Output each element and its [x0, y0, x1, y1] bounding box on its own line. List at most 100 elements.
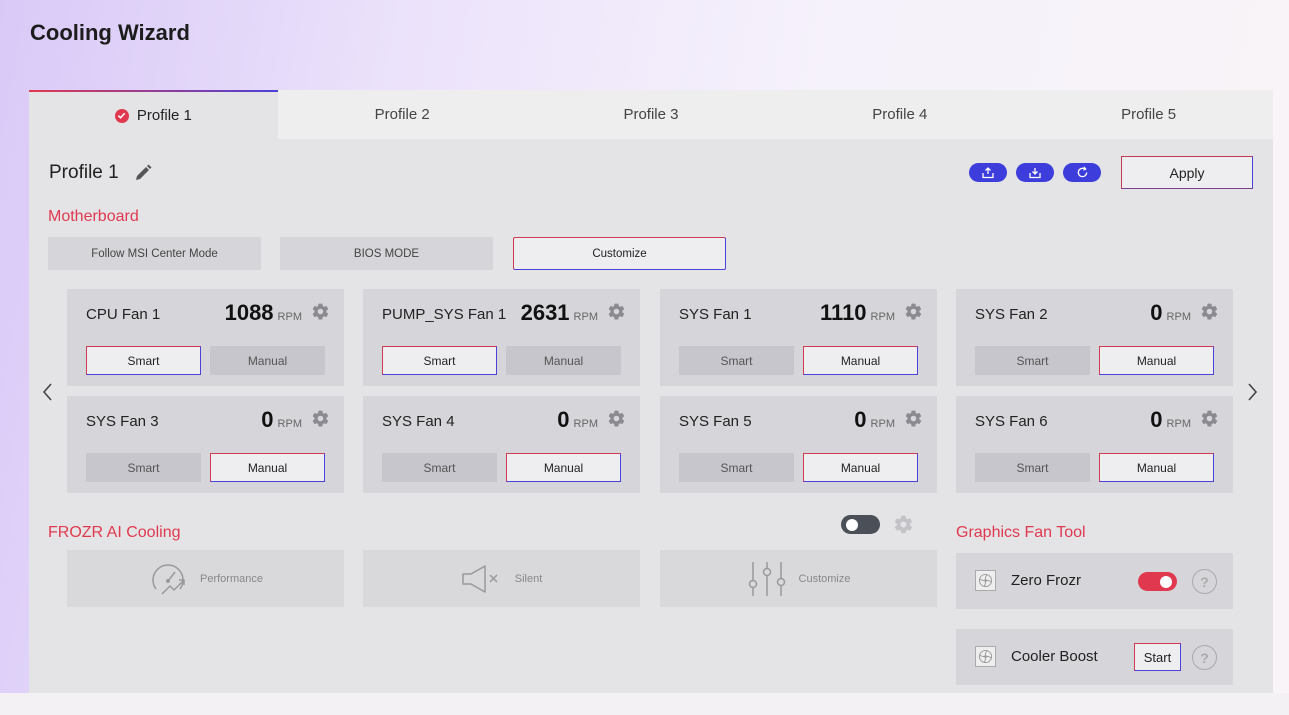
- rpm-unit: RPM: [1166, 311, 1191, 323]
- app-title: Cooling Wizard: [30, 20, 190, 45]
- fan-card: PUMP_SYS Fan 1 2631 RPM Smart Manual: [363, 289, 640, 386]
- apply-button[interactable]: Apply: [1121, 156, 1253, 189]
- fan-name: SYS Fan 5: [679, 413, 752, 430]
- fan-rpm-value: 2631: [520, 300, 570, 325]
- toggle-knob: [1160, 575, 1172, 588]
- ai-performance-mode[interactable]: Performance: [67, 550, 344, 607]
- tab-label: Profile 5: [1121, 106, 1177, 123]
- fan-rpm-value: 0: [1150, 407, 1163, 432]
- fan-smart-button[interactable]: Smart: [975, 346, 1090, 375]
- ai-mode-label: Customize: [798, 572, 851, 585]
- rpm-unit: RPM: [870, 418, 895, 430]
- gear-icon[interactable]: [904, 302, 923, 321]
- fan-rpm: 0 RPM: [557, 407, 598, 433]
- ai-cooling-toggle[interactable]: [841, 515, 880, 534]
- tab-profile-2[interactable]: Profile 2: [278, 90, 527, 139]
- chevron-right-icon[interactable]: [1244, 380, 1260, 404]
- customize-mode-button[interactable]: Customize: [513, 237, 726, 270]
- fan-smart-button[interactable]: Smart: [86, 453, 201, 482]
- rpm-unit: RPM: [573, 418, 598, 430]
- fan-manual-button[interactable]: Manual: [210, 453, 325, 482]
- fan-rpm-value: 0: [1150, 300, 1163, 325]
- bios-mode-button[interactable]: BIOS MODE: [280, 237, 493, 270]
- tab-profile-5[interactable]: Profile 5: [1024, 90, 1273, 139]
- fan-smart-button[interactable]: Smart: [382, 346, 497, 375]
- gear-icon[interactable]: [311, 302, 330, 321]
- fan-rpm: 0 RPM: [1150, 300, 1191, 326]
- pencil-icon[interactable]: [133, 163, 153, 183]
- fan-manual-button[interactable]: Manual: [506, 346, 621, 375]
- fan-card: SYS Fan 4 0 RPM Smart Manual: [363, 396, 640, 493]
- ai-cooling-gear-icon[interactable]: [893, 514, 914, 535]
- fan-smart-button[interactable]: Smart: [679, 346, 794, 375]
- rpm-unit: RPM: [277, 418, 302, 430]
- tab-label: Profile 3: [623, 106, 679, 123]
- ai-silent-mode[interactable]: Silent: [363, 550, 640, 607]
- speedometer-icon: [152, 563, 185, 595]
- fan-card: SYS Fan 2 0 RPM Smart Manual: [956, 289, 1233, 386]
- fan-rpm-value: 1088: [224, 300, 274, 325]
- tab-label: Profile 4: [872, 106, 928, 123]
- fan-manual-button[interactable]: Manual: [506, 453, 621, 482]
- rpm-unit: RPM: [1166, 418, 1191, 430]
- help-icon[interactable]: ?: [1192, 569, 1217, 594]
- graphics-fan-tool-title: Graphics Fan Tool: [956, 524, 1086, 541]
- export-button[interactable]: [969, 163, 1007, 182]
- rpm-unit: RPM: [277, 311, 302, 323]
- fan-manual-button[interactable]: Manual: [1099, 453, 1214, 482]
- fan-rpm: 1110 RPM: [820, 300, 895, 326]
- ai-customize-mode[interactable]: Customize: [660, 550, 937, 607]
- fan-rpm: 0 RPM: [1150, 407, 1191, 433]
- export-icon: [982, 166, 994, 178]
- fan-rpm-value: 1110: [820, 300, 867, 325]
- zero-frozr-toggle[interactable]: [1138, 572, 1177, 591]
- gear-icon[interactable]: [1200, 302, 1219, 321]
- profile-tabs: Profile 1 Profile 2 Profile 3 Profile 4 …: [29, 90, 1273, 139]
- fan-manual-button[interactable]: Manual: [1099, 346, 1214, 375]
- tab-profile-4[interactable]: Profile 4: [775, 90, 1024, 139]
- reset-button[interactable]: [1063, 163, 1101, 182]
- import-button[interactable]: [1016, 163, 1054, 182]
- ai-mode-label: Silent: [514, 572, 543, 585]
- chevron-left-icon[interactable]: [40, 380, 56, 404]
- tab-profile-3[interactable]: Profile 3: [527, 90, 776, 139]
- fan-rpm-value: 0: [854, 407, 867, 432]
- refresh-icon: [1077, 166, 1087, 178]
- fan-manual-button[interactable]: Manual: [210, 346, 325, 375]
- rpm-unit: RPM: [573, 311, 598, 323]
- fan-name: SYS Fan 4: [382, 413, 455, 430]
- sliders-icon: [748, 561, 785, 596]
- fan-smart-button[interactable]: Smart: [679, 453, 794, 482]
- tab-label: Profile 1: [136, 107, 192, 124]
- fan-card: SYS Fan 3 0 RPM Smart Manual: [67, 396, 344, 493]
- tab-profile-1[interactable]: Profile 1: [29, 90, 278, 139]
- fan-card: CPU Fan 1 1088 RPM Smart Manual: [67, 289, 344, 386]
- fan-name: CPU Fan 1: [86, 306, 161, 323]
- gear-icon[interactable]: [1200, 409, 1219, 428]
- gear-icon[interactable]: [311, 409, 330, 428]
- help-icon[interactable]: ?: [1192, 645, 1217, 670]
- fan-card: SYS Fan 1 1110 RPM Smart Manual: [660, 289, 937, 386]
- gear-icon[interactable]: [607, 302, 626, 321]
- fan-manual-button[interactable]: Manual: [803, 453, 918, 482]
- cooler-boost-row: Cooler Boost Start ?: [956, 629, 1233, 685]
- fan-icon: [975, 570, 996, 591]
- fan-icon: [975, 646, 996, 667]
- fan-smart-button[interactable]: Smart: [975, 453, 1090, 482]
- cooler-boost-label: Cooler Boost: [1011, 648, 1098, 665]
- fan-rpm: 0 RPM: [261, 407, 302, 433]
- fan-manual-button[interactable]: Manual: [803, 346, 918, 375]
- fan-rpm-value: 0: [557, 407, 570, 432]
- fan-card: SYS Fan 5 0 RPM Smart Manual: [660, 396, 937, 493]
- follow-msi-center-mode-button[interactable]: Follow MSI Center Mode: [48, 237, 261, 270]
- fan-name: PUMP_SYS Fan 1: [382, 306, 507, 323]
- profile-name: Profile 1: [49, 162, 119, 183]
- ai-mode-label: Performance: [200, 572, 263, 585]
- gear-icon[interactable]: [904, 409, 923, 428]
- gear-icon[interactable]: [607, 409, 626, 428]
- check-circle-icon: [114, 108, 129, 123]
- fan-smart-button[interactable]: Smart: [382, 453, 497, 482]
- cooler-boost-start-button[interactable]: Start: [1134, 643, 1181, 671]
- bottom-strip: [0, 693, 1289, 715]
- fan-smart-button[interactable]: Smart: [86, 346, 201, 375]
